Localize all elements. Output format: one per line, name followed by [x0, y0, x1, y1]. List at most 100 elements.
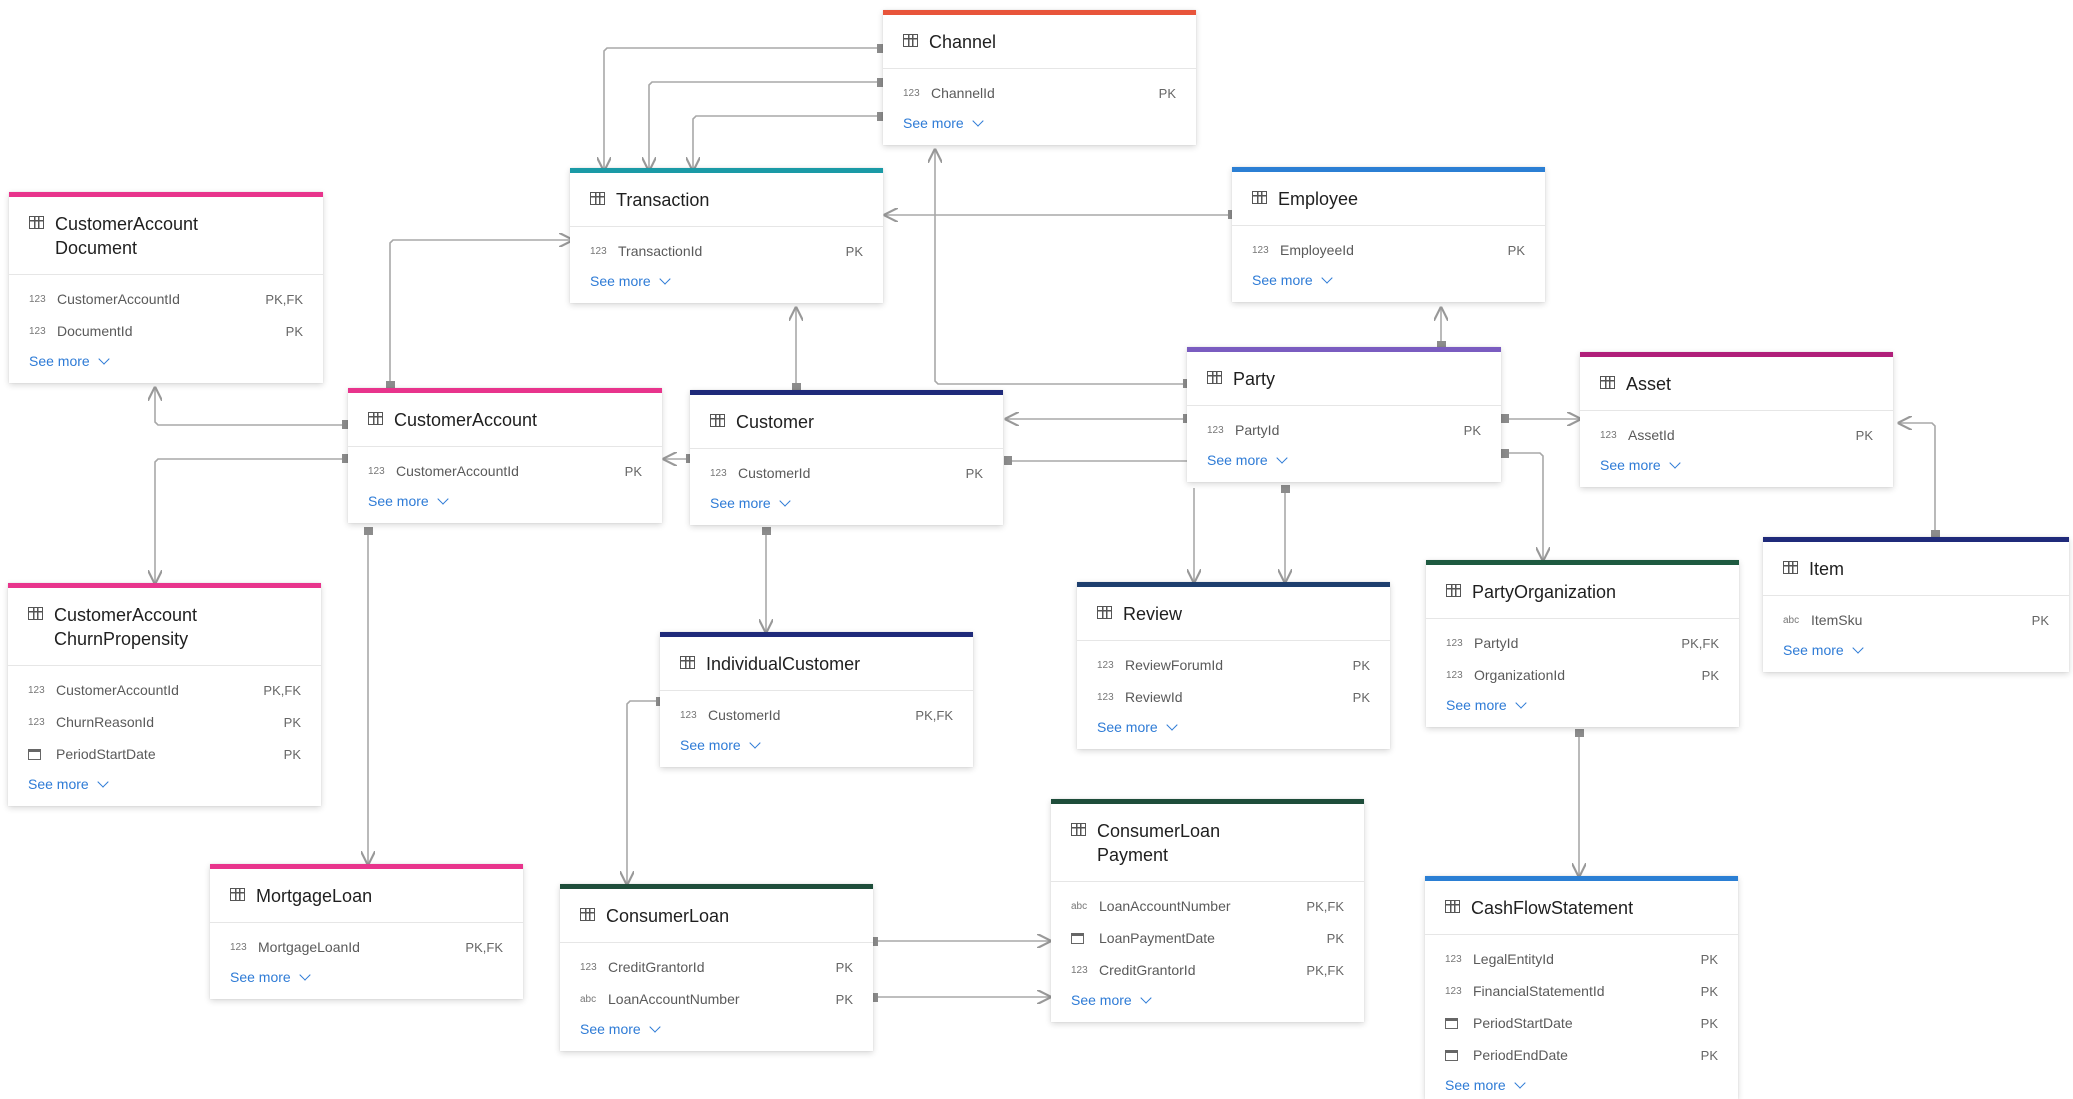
field-row: 123 CreditGrantorId PK,FK: [1071, 954, 1344, 986]
entity-header: Review: [1077, 587, 1390, 641]
field-name: CustomerAccountId: [56, 682, 179, 698]
see-more-link[interactable]: See more: [1051, 992, 1364, 1022]
see-more-link[interactable]: See more: [1763, 642, 2069, 672]
field-row: 123 ReviewForumId PK: [1097, 649, 1370, 681]
entity-mortgage-loan[interactable]: MortgageLoan 123 MortgageLoanId PK,FK See …: [210, 864, 523, 999]
entity-title: IndividualCustomer: [706, 654, 861, 674]
see-more-link[interactable]: See more: [1425, 1077, 1738, 1099]
entity-item[interactable]: Item abc ItemSku PK See more: [1763, 537, 2069, 672]
entity-title: Channel: [929, 32, 997, 52]
field-key: PK: [845, 243, 863, 259]
field-list: 123 CustomerAccountId PK,FK 123 DocumentId PK: [9, 275, 323, 353]
field-key: PK: [285, 323, 303, 339]
entity-title: Employee: [1278, 189, 1359, 209]
field-key: PK,FK: [915, 707, 953, 723]
rel-channel-transaction-3: [693, 115, 883, 170]
entity-header: ConsumerLoan Payment: [1051, 804, 1364, 882]
see-more-link[interactable]: See more: [1232, 272, 1545, 302]
field-list: 123 PartyId PK,FK 123 OrganizationId PK: [1426, 619, 1739, 697]
calendar-icon: [1071, 932, 1084, 944]
field-name: LoanAccountNumber: [1099, 898, 1231, 914]
field-row: 123 CustomerId PK: [710, 457, 983, 489]
field-name: ChurnReasonId: [56, 714, 155, 730]
see-more-link[interactable]: See more: [560, 1021, 873, 1051]
field-name: CustomerAccountId: [396, 463, 519, 479]
see-more-link[interactable]: See more: [1580, 457, 1893, 487]
see-more-label: See more: [368, 493, 429, 509]
entity-party-organization[interactable]: PartyOrganization 123 PartyId PK,FK 123 Orga…: [1426, 560, 1739, 727]
entity-title: PartyOrganization: [1472, 582, 1617, 602]
see-more-link[interactable]: See more: [660, 737, 973, 767]
entity-consumer-loan[interactable]: ConsumerLoan 123 CreditGrantorId PK abc Loan…: [560, 884, 873, 1051]
table-icon: [710, 414, 725, 427]
see-more-link[interactable]: See more: [210, 969, 523, 999]
field-name: CreditGrantorId: [1099, 962, 1196, 978]
field-row: PeriodStartDate PK: [1445, 1007, 1718, 1039]
field-list: 123 PartyId PK: [1187, 406, 1501, 452]
entity-header: CustomerAccount ChurnPropensity: [8, 588, 321, 666]
calendar-icon: [1445, 1017, 1458, 1029]
see-more-link[interactable]: See more: [1187, 452, 1501, 482]
chevron-down-icon: [749, 737, 761, 749]
field-key: PK: [1507, 242, 1525, 258]
entity-consumer-loan-payment[interactable]: ConsumerLoan Payment abc LoanAccountNumbe…: [1051, 799, 1364, 1022]
chevron-down-icon: [649, 1021, 661, 1033]
table-icon: [1252, 191, 1267, 204]
number-type-icon: 123: [1071, 964, 1088, 976]
field-name: PeriodStartDate: [56, 746, 156, 762]
entity-asset[interactable]: Asset 123 AssetId PK See more: [1580, 352, 1893, 487]
field-list: abc ItemSku PK: [1763, 596, 2069, 642]
rel-channel-transaction-2: [649, 81, 883, 170]
table-icon: [590, 192, 605, 205]
entity-customer[interactable]: Customer 123 CustomerId PK See more: [690, 390, 1003, 525]
see-more-link[interactable]: See more: [8, 776, 321, 806]
entity-channel[interactable]: Channel 123 ChannelId PK See more: [883, 10, 1196, 145]
field-key: PK,FK: [263, 682, 301, 698]
see-more-link[interactable]: See more: [883, 115, 1196, 145]
field-key: PK: [1326, 930, 1344, 946]
see-more-label: See more: [680, 737, 741, 753]
rel-customeraccount-churn: [155, 458, 346, 583]
entity-customer-account[interactable]: CustomerAccount 123 CustomerAccountId PK S…: [348, 388, 662, 523]
see-more-label: See more: [1445, 1077, 1506, 1093]
chevron-down-icon: [659, 273, 671, 285]
field-row: 123 CustomerId PK,FK: [680, 699, 953, 731]
number-type-icon: 123: [368, 465, 385, 477]
number-type-icon: 123: [590, 245, 607, 257]
chevron-down-icon: [1276, 452, 1288, 464]
entity-party[interactable]: Party 123 PartyId PK See more: [1187, 347, 1501, 482]
text-type-icon: abc: [1783, 614, 1800, 626]
see-more-link[interactable]: See more: [9, 353, 323, 383]
entity-header: CustomerAccount: [348, 393, 662, 447]
see-more-link[interactable]: See more: [1426, 697, 1739, 727]
entity-employee[interactable]: Employee 123 EmployeeId PK See more: [1232, 167, 1545, 302]
see-more-link[interactable]: See more: [1077, 719, 1390, 749]
see-more-link[interactable]: See more: [348, 493, 662, 523]
see-more-link[interactable]: See more: [570, 273, 883, 303]
entity-customer-account-churn[interactable]: CustomerAccount ChurnPropensity 123 Custo…: [8, 583, 321, 806]
field-key: PK: [1352, 657, 1370, 673]
rel-party-channel: [935, 150, 1187, 385]
field-row: 123 CustomerAccountId PK,FK: [29, 283, 303, 315]
number-type-icon: 123: [710, 467, 727, 479]
entity-header: Party: [1187, 352, 1501, 406]
entity-transaction[interactable]: Transaction 123 TransactionId PK See more: [570, 168, 883, 303]
entity-individual-customer[interactable]: IndividualCustomer 123 CustomerId PK,FK Se…: [660, 632, 973, 767]
field-row: 123 PartyId PK,FK: [1446, 627, 1719, 659]
entity-cash-flow-statement[interactable]: CashFlowStatement 123 LegalEntityId PK 123 F…: [1425, 876, 1738, 1099]
see-more-label: See more: [29, 353, 90, 369]
field-list: 123 CustomerId PK,FK: [660, 691, 973, 737]
see-more-label: See more: [903, 115, 964, 131]
number-type-icon: 123: [1207, 424, 1224, 436]
field-name: ItemSku: [1811, 612, 1863, 628]
entity-title: CustomerAccount ChurnPropensity: [54, 605, 198, 649]
endpoint: [1501, 449, 1509, 458]
table-icon: [1071, 823, 1086, 836]
entity-review[interactable]: Review 123 ReviewForumId PK 123 ReviewId PK S…: [1077, 582, 1390, 749]
chevron-down-icon: [1515, 697, 1527, 709]
endpoint: [762, 527, 771, 535]
field-list: 123 CreditGrantorId PK abc LoanAccountNumber…: [560, 943, 873, 1021]
see-more-link[interactable]: See more: [690, 495, 1003, 525]
entity-customer-account-document[interactable]: CustomerAccount Document 123 CustomerAcco…: [9, 192, 323, 383]
chevron-down-icon: [299, 969, 311, 981]
